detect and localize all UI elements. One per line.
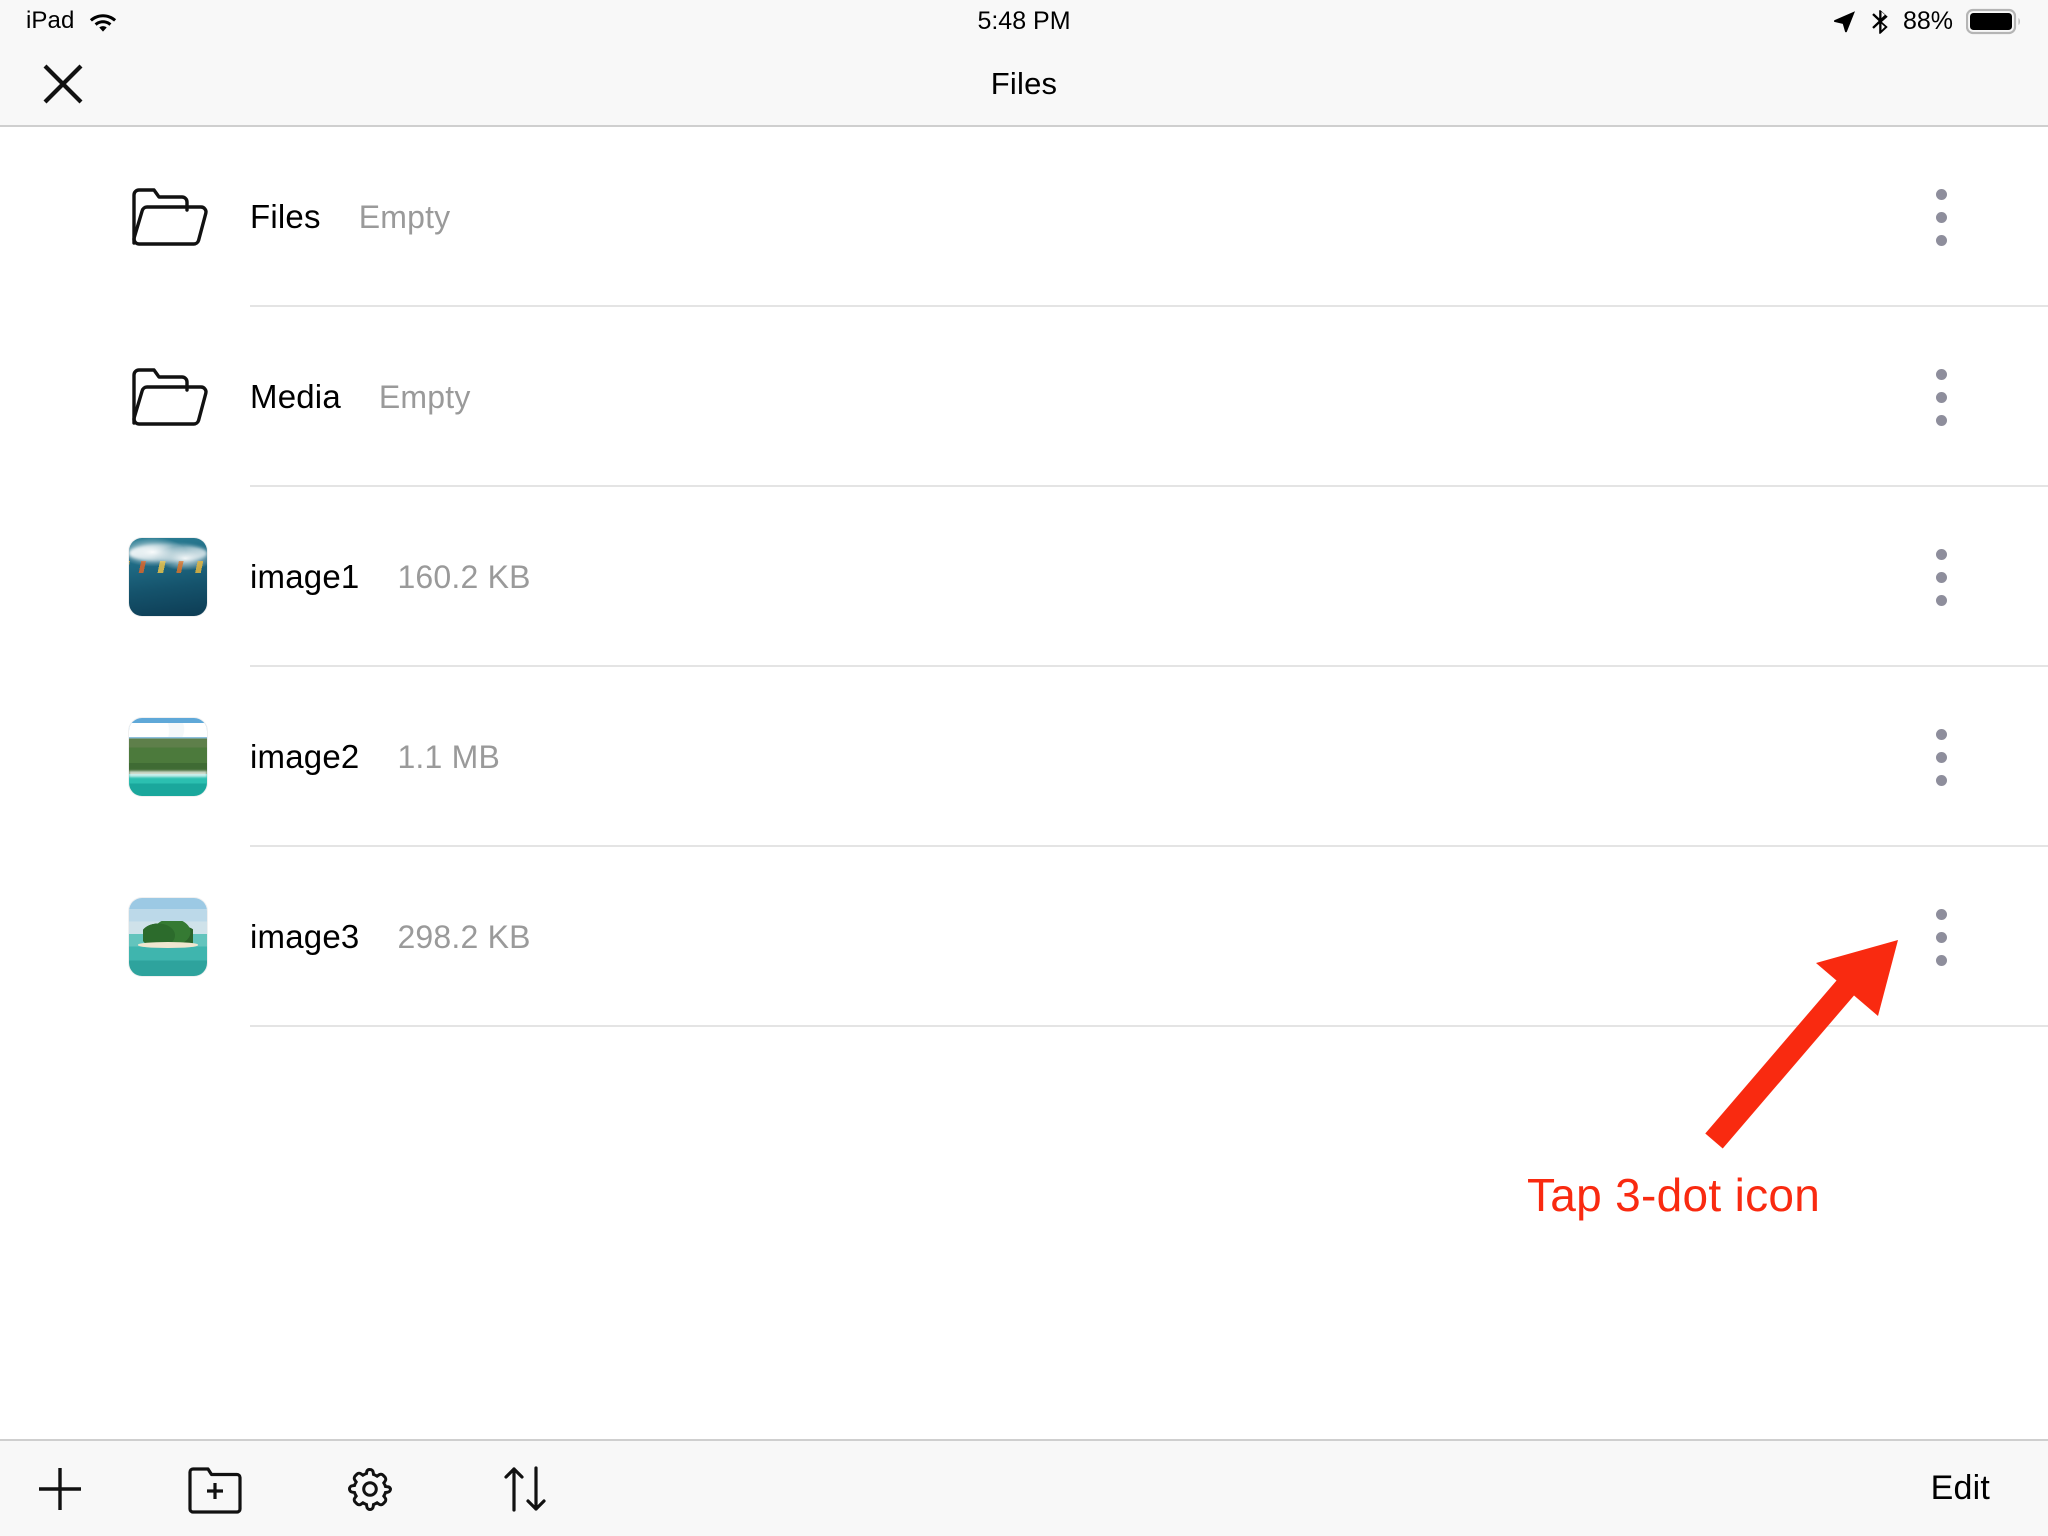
file-meta: Empty: [358, 198, 451, 235]
file-list: Files Empty Media Empty image1 160.2 KB …: [0, 127, 2048, 1439]
status-bar-right: 88%: [1071, 7, 2022, 35]
ipad-files-screen: iPad 5:48 PM 88% Files Files Empty Media…: [0, 0, 2048, 1536]
file-name: image1: [250, 558, 360, 595]
thumbnail-image: [129, 718, 207, 796]
bottom-toolbar: Edit: [0, 1439, 2048, 1536]
table-row[interactable]: image3 298.2 KB: [0, 847, 2048, 1027]
settings-button[interactable]: [315, 1440, 425, 1536]
menu-dot: [1935, 211, 1947, 223]
menu-dot: [1935, 594, 1947, 606]
file-name: image2: [250, 738, 360, 775]
menu-dot: [1935, 908, 1947, 920]
more-vertical-icon[interactable]: [1906, 712, 1976, 802]
close-button[interactable]: [32, 53, 94, 115]
file-meta: 298.2 KB: [397, 918, 531, 955]
folder-plus-icon: [186, 1463, 244, 1515]
more-vertical-icon[interactable]: [1906, 172, 1976, 262]
file-meta: 160.2 KB: [397, 558, 531, 595]
navigation-bar: Files: [0, 42, 2048, 127]
edit-button[interactable]: Edit: [1917, 1457, 2004, 1520]
wifi-icon: [88, 10, 118, 32]
file-meta: Empty: [378, 378, 471, 415]
status-clock: 5:48 PM: [977, 6, 1071, 35]
new-folder-button[interactable]: [160, 1440, 270, 1536]
menu-dot: [1935, 234, 1947, 246]
menu-dot: [1935, 774, 1947, 786]
sort-button[interactable]: [470, 1440, 580, 1536]
location-arrow-icon: [1831, 8, 1857, 34]
folder-icon: [122, 351, 214, 443]
device-label: iPad: [26, 7, 75, 34]
battery-percent-label: 88%: [1902, 6, 1954, 35]
plus-icon: [34, 1463, 86, 1515]
menu-dot: [1935, 368, 1947, 380]
file-meta: 1.1 MB: [397, 738, 501, 775]
file-name: Media: [250, 378, 341, 415]
thumbnail-image: [129, 538, 207, 616]
menu-dot: [1935, 954, 1947, 966]
image-thumbnail-wave: [122, 531, 214, 623]
add-button[interactable]: [5, 1440, 115, 1536]
image-thumbnail-island: [122, 891, 214, 983]
menu-dot: [1935, 728, 1947, 740]
menu-dot: [1935, 548, 1947, 560]
file-name: image3: [250, 918, 360, 955]
more-vertical-icon[interactable]: [1906, 892, 1976, 982]
battery-icon: [1966, 8, 2022, 35]
status-bar: iPad 5:48 PM 88%: [0, 0, 2048, 42]
status-bar-left: iPad: [26, 9, 977, 33]
table-row[interactable]: image1 160.2 KB: [0, 487, 2048, 667]
menu-dot: [1935, 391, 1947, 403]
close-icon: [39, 60, 87, 108]
menu-dot: [1935, 414, 1947, 426]
more-vertical-icon[interactable]: [1906, 352, 1976, 442]
more-vertical-icon[interactable]: [1906, 532, 1976, 622]
page-title: Files: [990, 65, 1058, 101]
table-row[interactable]: Files Empty: [0, 127, 2048, 307]
table-row[interactable]: Media Empty: [0, 307, 2048, 487]
file-name: Files: [250, 198, 321, 235]
menu-dot: [1935, 751, 1947, 763]
status-bar-center: 5:48 PM: [977, 6, 1071, 35]
sort-arrows-icon: [495, 1462, 555, 1516]
table-row[interactable]: image2 1.1 MB: [0, 667, 2048, 847]
bluetooth-icon: [1870, 7, 1890, 35]
folder-icon: [122, 171, 214, 263]
thumbnail-image: [129, 898, 207, 976]
menu-dot: [1935, 188, 1947, 200]
gear-icon: [343, 1462, 397, 1516]
menu-dot: [1935, 931, 1947, 943]
image-thumbnail-coast: [122, 711, 214, 803]
menu-dot: [1935, 571, 1947, 583]
